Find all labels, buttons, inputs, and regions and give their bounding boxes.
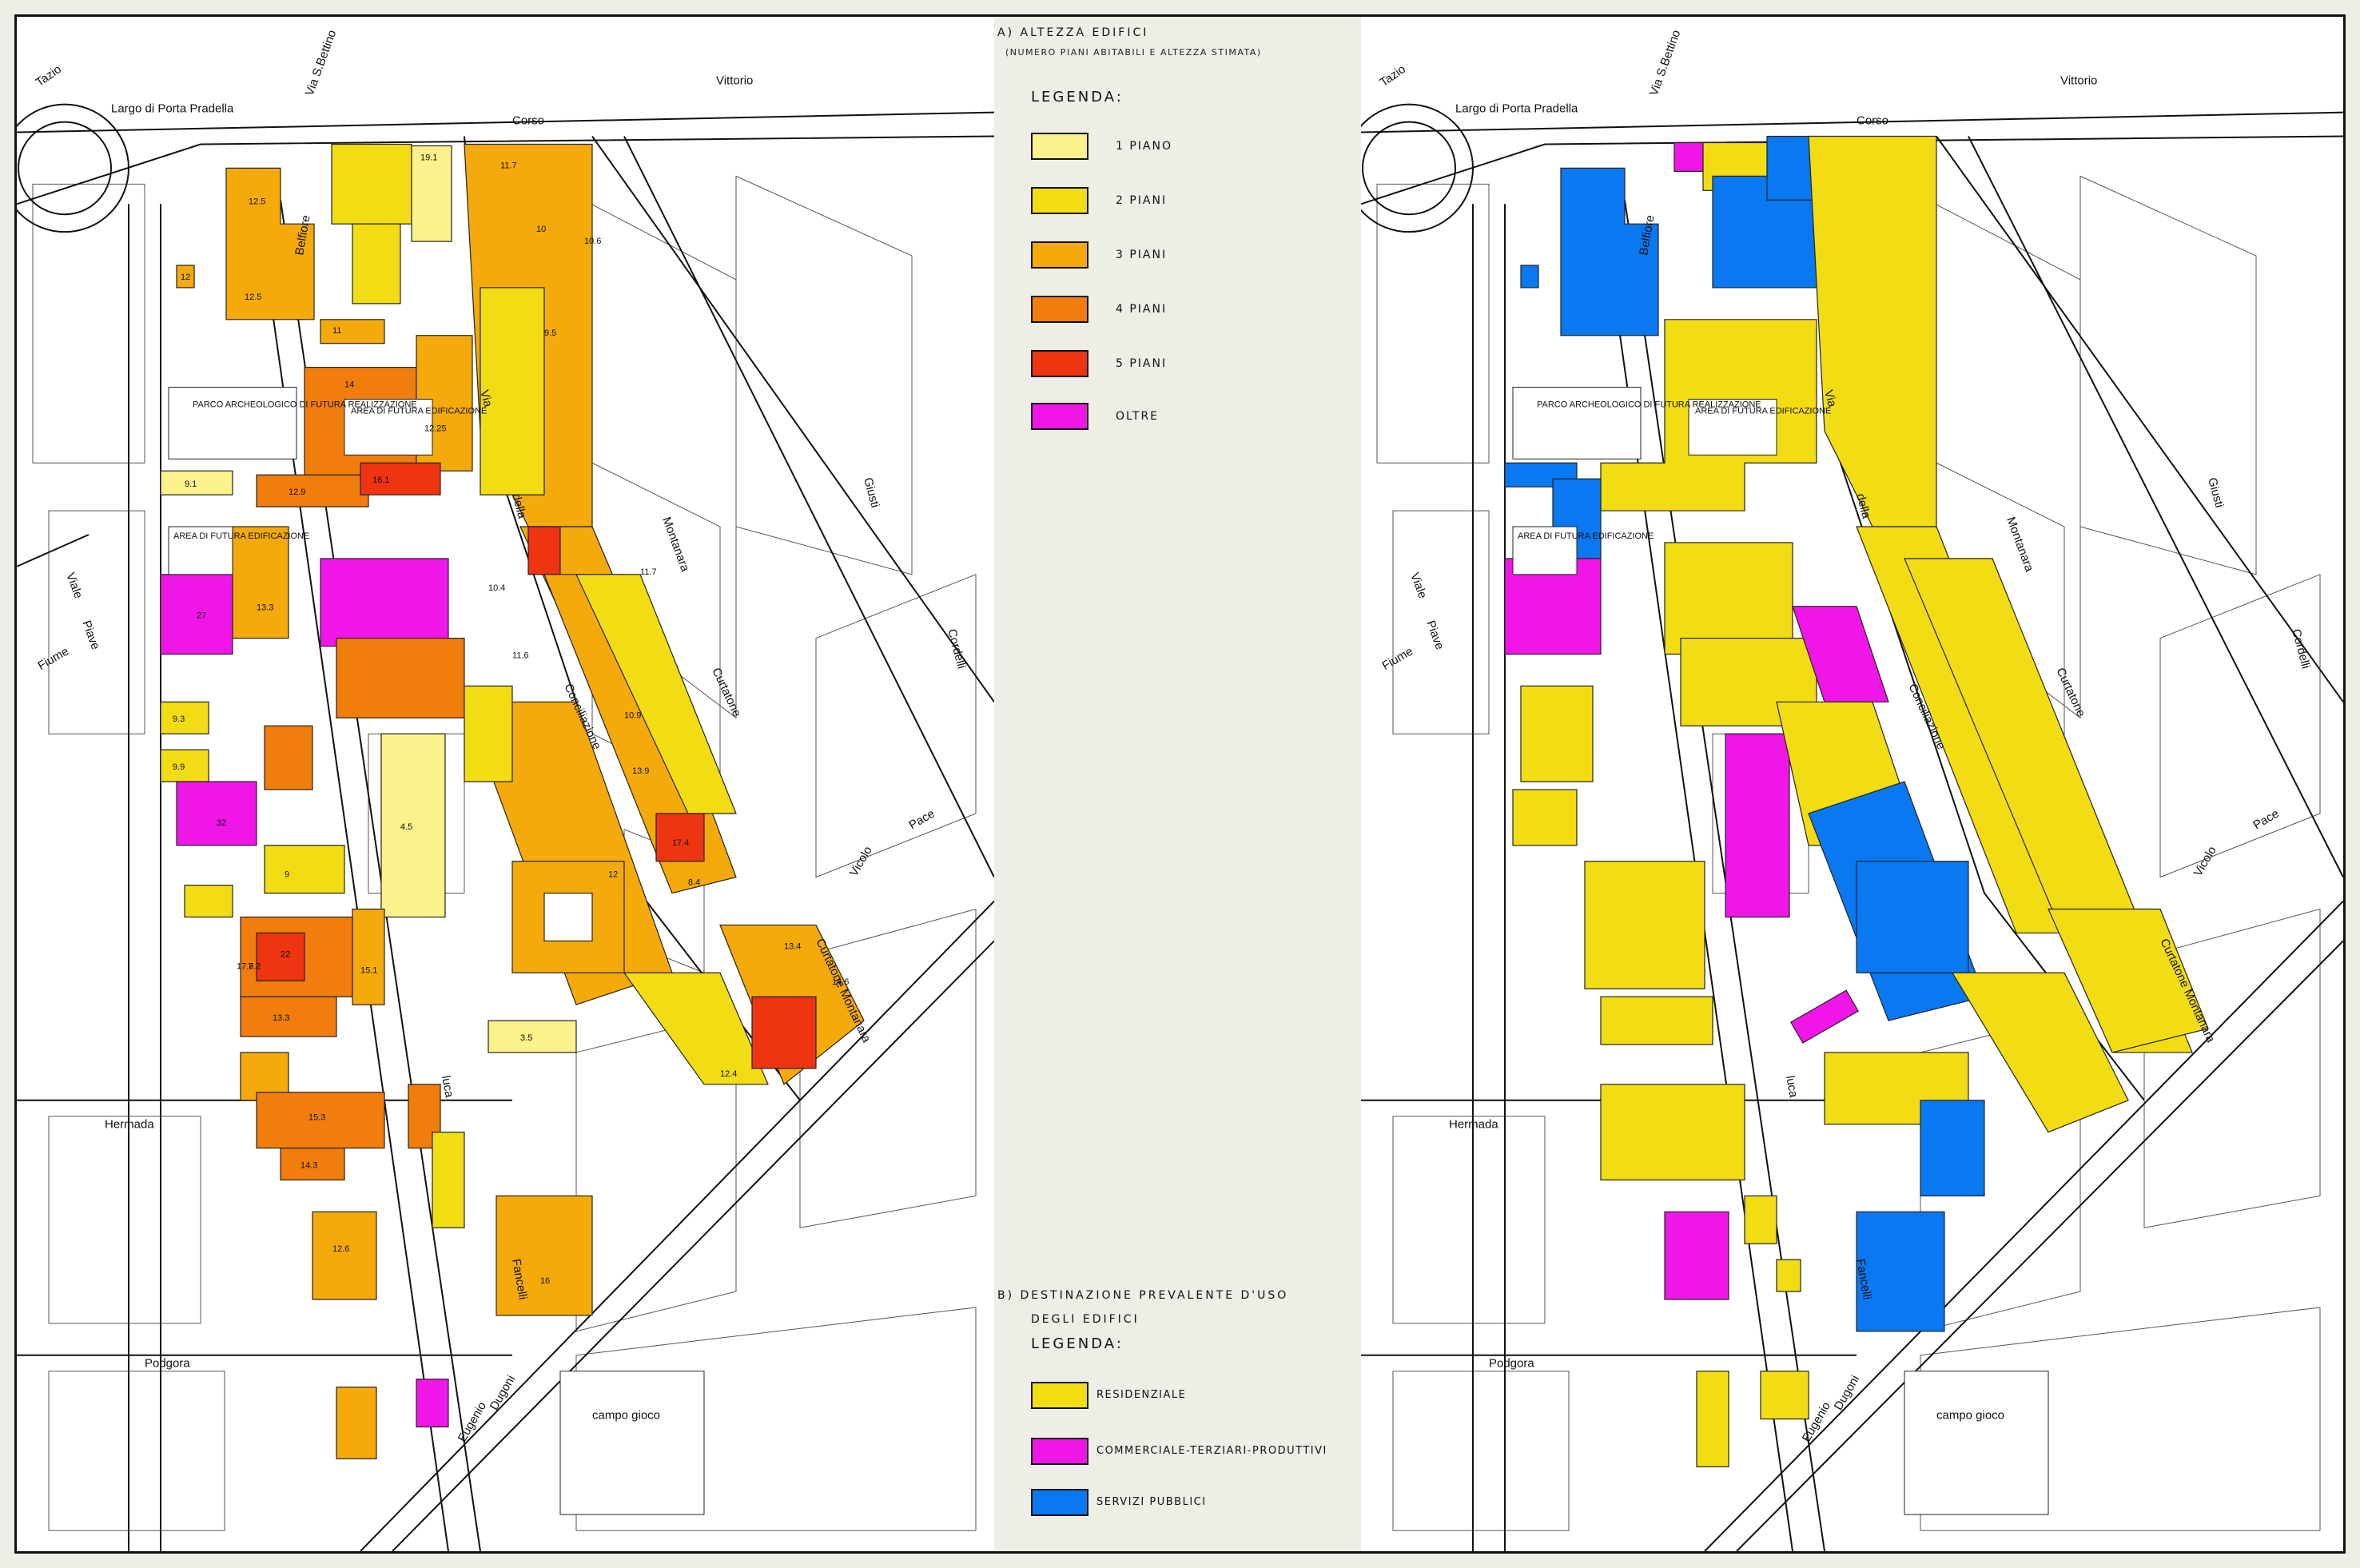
legend-a-subtitle: (NUMERO PIANI ABITABILI E ALTEZZA STIMAT…: [1005, 47, 1262, 58]
use-map: AREA DI FUTURA EDIFICAZIONE AREA DI FUTU…: [1361, 17, 2343, 1551]
height-label: 9.1: [185, 480, 197, 489]
height-label: 11.6: [512, 651, 529, 661]
street-label: Podgora: [1489, 1357, 1534, 1371]
height-label: 22: [281, 949, 290, 959]
legend-swatch: [1031, 403, 1088, 430]
legend-b-item: SERVIZI PUBBLICI: [1031, 1489, 1351, 1518]
street-label: Vittorio: [716, 74, 753, 88]
street-label: campo gioco: [1936, 1409, 2004, 1423]
height-label: 13.9: [632, 766, 649, 776]
height-label: 8.4: [688, 878, 700, 888]
area-futura-label: AREA DI FUTURA EDIFICAZIONE: [173, 531, 309, 541]
street-label: Vittorio: [2060, 74, 2097, 88]
height-label: 12: [181, 273, 190, 282]
legend-swatch: [1031, 296, 1088, 323]
legend-a-item: 4 PIANI: [1031, 296, 1351, 324]
legend-label: 4 PIANI: [1116, 303, 1168, 316]
height-label: 27: [197, 611, 206, 621]
parco-label: PARCO ARCHEOLOGICO DI FUTURA REALIZZAZIO…: [193, 400, 417, 409]
legend-swatch: [1031, 350, 1088, 377]
street-label: Hermada: [105, 1118, 154, 1132]
legend-a-item: 2 PIANI: [1031, 187, 1351, 216]
height-label: 13.3: [273, 1013, 289, 1023]
street-label: Corso: [1857, 114, 1888, 128]
height-label: 12.9: [289, 488, 305, 497]
height-label: 3.5: [520, 1033, 532, 1043]
height-label: 16: [540, 1276, 550, 1286]
height-label: 10.6: [584, 237, 601, 246]
legend-b-heading: LEGENDA:: [1031, 1335, 1124, 1352]
legend-swatch: [1031, 1438, 1088, 1465]
legend-swatch: [1031, 1382, 1088, 1409]
height-label: 12.5: [249, 197, 265, 206]
map-sheet: AREA DI FUTURA EDIFICAZIONE AREA DI FUTU…: [14, 14, 2346, 1554]
height-label: 15.3: [308, 1113, 325, 1123]
height-label: 12.4: [720, 1069, 737, 1079]
legend-label: OLTRE: [1116, 410, 1160, 423]
height-label: 11.7: [640, 567, 657, 577]
height-label: 12.5: [245, 293, 261, 302]
legend-label: 5 PIANI: [1116, 357, 1168, 370]
height-label: 4.5: [400, 822, 412, 832]
legend-b-item: RESIDENZIALE: [1031, 1382, 1351, 1411]
legend-a-item: 3 PIANI: [1031, 241, 1351, 270]
street-label: Hermada: [1449, 1118, 1498, 1132]
legend-swatch: [1031, 1489, 1088, 1516]
height-label: 9: [285, 870, 289, 880]
street-label: Podgora: [145, 1357, 190, 1371]
height-label: 15.1: [360, 965, 377, 975]
legend-label: 2 PIANI: [1116, 194, 1168, 207]
height-label: 10.9: [624, 710, 641, 720]
height-label: 10: [536, 225, 546, 234]
height-label: 17.8: [237, 961, 253, 971]
use-map-drawing: AREA DI FUTURA EDIFICAZIONE AREA DI FUTU…: [1361, 17, 2343, 1551]
height-label: 14.6: [832, 977, 849, 987]
legend-b-title-2: DEGLI EDIFICI: [1031, 1313, 1140, 1326]
legend-label: 3 PIANI: [1116, 249, 1168, 261]
legend-label: 1 PIANO: [1116, 140, 1172, 153]
height-label: 9.3: [173, 714, 185, 724]
height-label: 14.3: [300, 1161, 317, 1171]
height-map-drawing: AREA DI FUTURA EDIFICAZIONE AREA DI FUTU…: [17, 17, 994, 1551]
parco-label: PARCO ARCHEOLOGICO DI FUTURA REALIZZAZIO…: [1537, 400, 1761, 409]
height-label: 11: [332, 326, 341, 336]
height-label: 9.9: [173, 762, 185, 772]
height-label: 9.5: [544, 328, 556, 338]
height-label: 32: [217, 818, 226, 828]
legend-column: A) ALTEZZA EDIFICI (NUMERO PIANI ABITABI…: [994, 17, 1361, 1551]
legend-a-heading: LEGENDA:: [1031, 89, 1124, 105]
area-futura-label: AREA DI FUTURA EDIFICAZIONE: [1518, 531, 1654, 541]
height-label: 10.4: [488, 583, 505, 593]
street-label: campo gioco: [592, 1409, 660, 1423]
height-label: 19.1: [420, 153, 437, 162]
height-label: 16.1: [372, 476, 389, 485]
height-label: 13.3: [257, 603, 273, 613]
legend-swatch: [1031, 241, 1088, 269]
legend-b-title: B) DESTINAZIONE PREVALENTE D'USO: [997, 1289, 1289, 1302]
legend-a-item: 5 PIANI: [1031, 350, 1351, 379]
height-label: 12: [608, 870, 618, 880]
height-map: AREA DI FUTURA EDIFICAZIONE AREA DI FUTU…: [17, 17, 994, 1551]
legend-a-item: 1 PIANO: [1031, 133, 1351, 161]
legend-label: COMMERCIALE-TERZIARI-PRODUTTIVI: [1096, 1445, 1327, 1457]
street-label: Largo di Porta Pradella: [1455, 102, 1578, 116]
height-label: 12.25: [424, 424, 446, 433]
height-label: 13.4: [784, 941, 801, 951]
legend-swatch: [1031, 133, 1088, 160]
street-label: Largo di Porta Pradella: [111, 102, 234, 116]
legend-a-title: A) ALTEZZA EDIFICI: [997, 26, 1149, 39]
height-label: 12.6: [332, 1244, 349, 1254]
height-label: 17.4: [672, 838, 689, 848]
legend-label: RESIDENZIALE: [1096, 1389, 1187, 1401]
legend-label: SERVIZI PUBBLICI: [1096, 1496, 1207, 1508]
height-label: 11.7: [500, 161, 517, 170]
legend-b-item: COMMERCIALE-TERZIARI-PRODUTTIVI: [1031, 1438, 1351, 1467]
legend-a-item: OLTRE: [1031, 403, 1351, 432]
height-label: 14: [344, 380, 354, 390]
street-label: Corso: [512, 114, 544, 128]
legend-swatch: [1031, 187, 1088, 214]
